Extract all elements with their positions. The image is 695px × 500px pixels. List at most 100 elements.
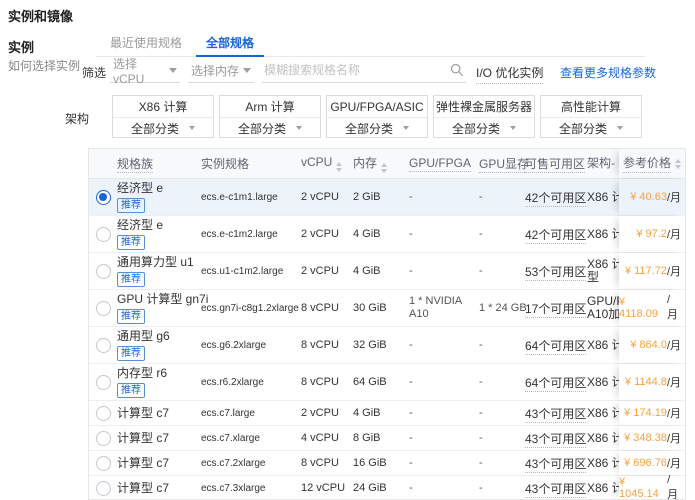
arch-cell: X86 计算 [587, 407, 623, 420]
arch-category-arm[interactable]: Arm 计算 [220, 96, 320, 118]
table-row[interactable]: 计算型 c7 ecs.c7.xlarge 4 vCPU 8 GiB - - 43… [89, 426, 685, 451]
table-body: 经济型 e 推荐 ecs.e-c1m1.large 2 vCPU 2 GiB -… [89, 179, 685, 500]
table-row[interactable]: 计算型 c7 ecs.c7.3xlarge 12 vCPU 24 GiB - -… [89, 476, 685, 500]
header-zones: 可售可用区 [525, 155, 587, 172]
tab-all-specs[interactable]: 全部规格 [196, 33, 264, 57]
arch-subcategory-select[interactable]: 全部分类 [113, 118, 213, 138]
price-cell: ¥ 696.76 /月 [619, 451, 685, 475]
radio-button[interactable] [96, 264, 111, 279]
price-cell: ¥ 864.0 /月 [619, 327, 685, 363]
price-value: ¥ 864.0 [630, 339, 667, 351]
price-cell: ¥ 174.19 /月 [619, 401, 685, 425]
memory-cell: 4 GiB [353, 228, 409, 240]
spec-cell: ecs.c7.xlarge [201, 433, 301, 444]
gpu-memory-cell: - [479, 339, 525, 351]
vcpu-cell: 2 vCPU [301, 407, 353, 419]
gpu-memory-cell: - [479, 191, 525, 203]
arch-subcategory-select[interactable]: 全部分类 [541, 118, 641, 138]
arch-cell: X86 计算 [587, 457, 623, 470]
all-category-label: 全部分类 [452, 120, 500, 137]
spec-cell: ecs.e-c1m1.large [201, 192, 301, 203]
sort-icon[interactable] [381, 163, 387, 173]
price-unit: /月 [667, 455, 681, 471]
vcpu-select[interactable]: 选择 vCPU [110, 59, 180, 83]
how-to-choose-link[interactable]: 如何选择实例 [8, 57, 80, 74]
recommend-badge: 推荐 [117, 309, 145, 324]
radio-button[interactable] [96, 190, 111, 205]
more-spec-params-link[interactable]: 查看更多规格参数 [560, 64, 656, 81]
vcpu-cell: 4 vCPU [301, 432, 353, 444]
table-header-row: 规格族 实例规格 vCPU 内存 GPU/FPGA GPU显存 可售可用区 架构… [89, 149, 685, 179]
arch-subcategory-select[interactable]: 全部分类 [434, 118, 534, 138]
arch-category-gpu-fpga-asic[interactable]: GPU/FPGA/ASIC [327, 96, 427, 118]
radio-cell [89, 406, 117, 421]
gpu-cell: 1 * NVIDIA A10 [409, 295, 479, 321]
arch-box-hpc: 高性能计算 全部分类 [540, 95, 642, 138]
spec-search-input[interactable] [262, 59, 446, 81]
sort-icon[interactable] [336, 162, 342, 172]
search-icon[interactable] [450, 63, 464, 80]
chevron-down-icon [169, 68, 177, 73]
table-row[interactable]: 通用算力型 u1 推荐 ecs.u1-c1m2.large 2 vCPU 4 G… [89, 253, 685, 290]
arch-cell: X86 计算 型 [587, 258, 623, 284]
radio-cell [89, 264, 117, 279]
table-row[interactable]: 内存型 r6 推荐 ecs.r6.2xlarge 8 vCPU 64 GiB -… [89, 364, 685, 401]
family-cell: 计算型 c7 [117, 456, 201, 470]
radio-button[interactable] [96, 406, 111, 421]
table-row[interactable]: GPU 计算型 gn7i 推荐 ecs.gn7i-c8g1.2xlarge 8 … [89, 290, 685, 327]
sort-icon[interactable] [675, 159, 681, 169]
filter-label: 筛选 [82, 64, 106, 81]
arch-cell: X86 计算 [587, 432, 623, 445]
header-price: 参考价格 [619, 149, 685, 178]
table-row[interactable]: 经济型 e 推荐 ecs.e-c1m1.large 2 vCPU 2 GiB -… [89, 179, 685, 216]
spec-cell: ecs.gn7i-c8g1.2xlarge [201, 303, 301, 314]
price-value: ¥ 348.38 [624, 432, 667, 444]
radio-button[interactable] [96, 227, 111, 242]
radio-button[interactable] [96, 338, 111, 353]
radio-cell [89, 227, 117, 242]
gpu-memory-cell: 1 * 24 GB [479, 302, 525, 314]
vcpu-cell: 2 vCPU [301, 191, 353, 203]
gpu-memory-cell: - [479, 376, 525, 388]
family-cell: 内存型 r6 推荐 [117, 366, 201, 398]
price-cell: ¥ 4118.09 /月 [619, 290, 685, 326]
arch-subcategory-select[interactable]: 全部分类 [220, 118, 320, 138]
vcpu-select-placeholder: 选择 vCPU [113, 55, 169, 86]
radio-button[interactable] [96, 481, 111, 496]
radio-cell [89, 431, 117, 446]
tab-recent-specs[interactable]: 最近使用规格 [96, 33, 196, 56]
radio-button[interactable] [96, 431, 111, 446]
family-cell: 经济型 e 推荐 [117, 218, 201, 250]
price-unit: /月 [667, 263, 681, 279]
family-name: 通用型 g6 [117, 329, 201, 343]
io-optimized-label[interactable]: I/O 优化实例 [476, 64, 543, 84]
radio-button[interactable] [96, 301, 111, 316]
spec-cell: ecs.c7.2xlarge [201, 458, 301, 469]
table-row[interactable]: 通用型 g6 推荐 ecs.g6.2xlarge 8 vCPU 32 GiB -… [89, 327, 685, 364]
arch-category-bare-metal[interactable]: 弹性裸金属服务器 [434, 96, 534, 118]
family-name: GPU 计算型 gn7i [117, 292, 201, 306]
memory-select[interactable]: 选择内存 [188, 59, 254, 83]
radio-button[interactable] [96, 456, 111, 471]
header-memory: 内存 [353, 154, 409, 173]
radio-button[interactable] [96, 375, 111, 390]
family-name: 计算型 c7 [117, 431, 201, 445]
arch-cell: X86 计算 [587, 339, 623, 352]
family-cell: 经济型 e 推荐 [117, 181, 201, 213]
family-name: 经济型 e [117, 218, 201, 232]
gpu-memory-cell: - [479, 432, 525, 444]
table-row[interactable]: 计算型 c7 ecs.c7.2xlarge 8 vCPU 16 GiB - - … [89, 451, 685, 476]
arch-category-hpc[interactable]: 高性能计算 [541, 96, 641, 118]
arch-category-x86[interactable]: X86 计算 [113, 96, 213, 118]
arch-subcategory-select[interactable]: 全部分类 [327, 118, 427, 138]
radio-cell [89, 456, 117, 471]
spec-cell: ecs.r6.2xlarge [201, 377, 301, 388]
price-value: ¥ 40.63 [630, 191, 667, 203]
memory-cell: 16 GiB [353, 457, 409, 469]
vcpu-cell: 8 vCPU [301, 339, 353, 351]
price-value: ¥ 4118.09 [619, 296, 667, 320]
table-row[interactable]: 计算型 c7 ecs.c7.large 2 vCPU 4 GiB - - 43个… [89, 401, 685, 426]
table-row[interactable]: 经济型 e 推荐 ecs.e-c1m2.large 2 vCPU 4 GiB -… [89, 216, 685, 253]
gpu-cell: - [409, 191, 479, 204]
radio-cell [89, 481, 117, 496]
